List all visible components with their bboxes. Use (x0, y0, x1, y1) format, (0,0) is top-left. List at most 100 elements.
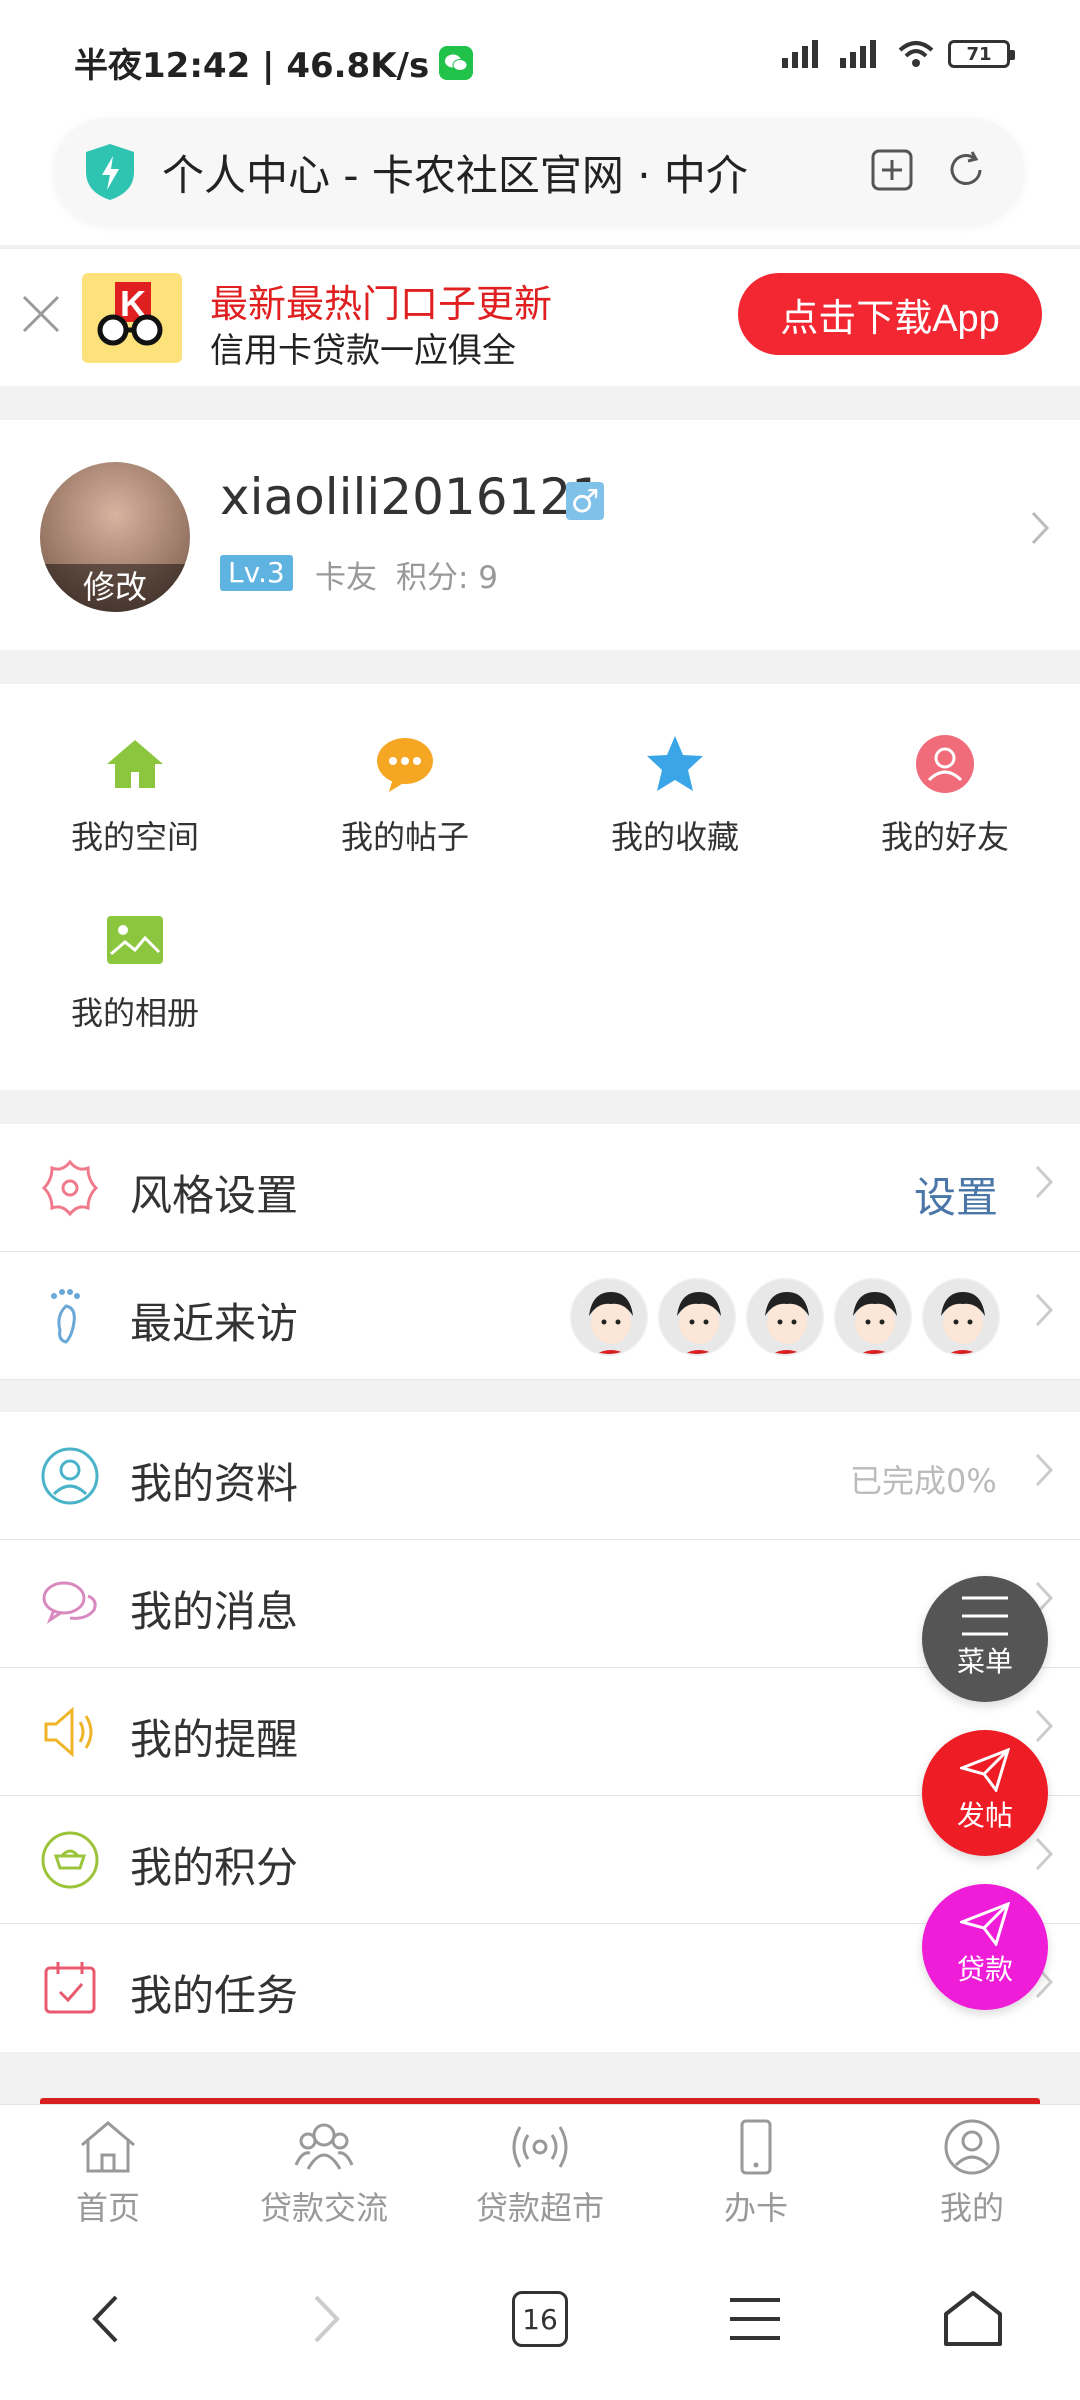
avatar-edit-label[interactable]: 修改 (40, 564, 190, 612)
coin-ingot-icon (41, 1831, 99, 1889)
add-bookmark-icon[interactable] (862, 140, 922, 200)
user-icon (944, 2119, 1000, 2175)
quick-link-my-friends[interactable]: 我的好友 (825, 684, 1065, 856)
username: xiaolili2016121 (220, 468, 603, 526)
row-label: 我的积分 (130, 1843, 299, 1892)
browser-address-area: 个人中心 - 卡农社区官网 · 中介 (0, 110, 1080, 245)
status-right: 71 (782, 40, 1015, 68)
security-shield-icon[interactable] (82, 142, 138, 206)
chevron-right-icon (1034, 1288, 1054, 1339)
wifi-icon (898, 41, 934, 67)
paper-plane-icon (960, 1748, 1010, 1792)
tab-label: 办卡 (723, 2189, 788, 2227)
row-label: 我的提醒 (130, 1715, 299, 1764)
album-icon (107, 916, 163, 964)
menu-fab-button[interactable]: 菜单 (922, 1576, 1048, 1702)
close-icon[interactable] (20, 293, 62, 339)
wechat-icon (439, 45, 474, 80)
flower-settings-icon (41, 1159, 99, 1217)
tab-label: 贷款超市 (475, 2189, 604, 2227)
post-fab-button[interactable]: 发帖 (922, 1730, 1048, 1856)
home-outline-icon (81, 2121, 135, 2173)
quick-link-label: 我的空间 (70, 818, 199, 856)
user-rank: 卡友 (315, 560, 377, 596)
back-icon[interactable] (70, 2284, 140, 2354)
visitor-avatar[interactable] (658, 1278, 736, 1356)
app-download-banner: K 最新最热门口子更新 信用卡贷款一应俱全 点击下载App (0, 248, 1080, 386)
visitor-avatar[interactable] (746, 1278, 824, 1356)
chevron-right-icon (1034, 1448, 1054, 1499)
tabs-button[interactable]: 16 (505, 2284, 575, 2354)
tab-count: 16 (512, 2291, 568, 2347)
row-label: 我的任务 (130, 1971, 299, 2020)
tab-loan-discussion[interactable]: 贷款交流 (216, 2119, 432, 2229)
people-icon (294, 2123, 354, 2170)
status-left: 半夜12:42 | 46.8K/s (74, 38, 474, 87)
battery-icon: 71 (948, 40, 1015, 68)
tab-mine[interactable]: 我的 (864, 2119, 1080, 2229)
my-messages-row[interactable]: 我的消息 (0, 1540, 1080, 1668)
broadcast-icon (512, 2126, 568, 2168)
style-settings-row[interactable]: 风格设置 设置 (0, 1124, 1080, 1252)
row-label: 最近来访 (130, 1299, 299, 1348)
settings-section: 风格设置 设置 最近来访 (0, 1124, 1080, 1380)
chat-icon (377, 738, 433, 792)
visitor-avatar[interactable] (570, 1278, 648, 1356)
home-nav-icon[interactable] (938, 2284, 1008, 2354)
footprint-icon (51, 1289, 80, 1344)
menu-lines-icon (962, 1596, 1008, 1636)
tab-home[interactable]: 首页 (0, 2119, 216, 2229)
my-reminders-row[interactable]: 我的提醒 (0, 1668, 1080, 1796)
my-tasks-row[interactable]: 我的任务 (0, 1924, 1080, 2052)
chevron-right-icon (1034, 1832, 1054, 1883)
user-score: 积分: 9 (396, 560, 499, 596)
address-bar[interactable]: 个人中心 - 卡农社区官网 · 中介 (54, 118, 1024, 224)
row-label: 我的消息 (130, 1587, 299, 1636)
browser-navigation-bar: 16 (0, 2234, 1080, 2400)
avatar[interactable]: 修改 (40, 462, 190, 612)
paper-plane-icon (960, 1902, 1010, 1946)
chevron-right-icon (1030, 506, 1050, 557)
quick-link-label: 我的相册 (70, 994, 199, 1032)
quick-link-label: 我的收藏 (610, 818, 739, 856)
signal-icon-2 (840, 40, 876, 68)
my-points-row[interactable]: 我的积分 (0, 1796, 1080, 1924)
fab-label: 贷款 (956, 1953, 1013, 1986)
quick-link-my-posts[interactable]: 我的帖子 (285, 684, 525, 856)
level-badge: Lv.3 (220, 555, 293, 591)
forward-icon[interactable] (292, 2284, 362, 2354)
loan-fab-button[interactable]: 贷款 (922, 1884, 1048, 2010)
star-icon (647, 736, 703, 791)
menu-icon[interactable] (720, 2284, 790, 2354)
my-profile-row[interactable]: 我的资料 已完成0% (0, 1412, 1080, 1540)
quick-link-label: 我的帖子 (340, 818, 469, 856)
quick-link-my-space[interactable]: 我的空间 (15, 684, 255, 856)
visitor-avatar[interactable] (834, 1278, 912, 1356)
quick-link-my-album[interactable]: 我的相册 (15, 860, 255, 1032)
profile-completion: 已完成0% (850, 1462, 997, 1500)
fab-label: 发帖 (956, 1799, 1013, 1832)
download-app-button[interactable]: 点击下载App (738, 273, 1042, 355)
tab-apply-card[interactable]: 办卡 (648, 2119, 864, 2229)
style-settings-action[interactable]: 设置 (914, 1164, 998, 1225)
signal-icon (782, 40, 818, 68)
promo-title: 最新最热门口子更新 (210, 282, 553, 326)
bottom-tab-bar: 首页 贷款交流 贷款超市 办卡 我的 (0, 2104, 1080, 2234)
tab-loan-market[interactable]: 贷款超市 (432, 2119, 648, 2229)
tab-label: 首页 (75, 2189, 140, 2227)
message-bubbles-icon (42, 1581, 97, 1624)
tab-label: 贷款交流 (259, 2189, 388, 2227)
home-icon (107, 740, 163, 788)
phone-icon (740, 2119, 772, 2175)
account-menu-section: 我的资料 已完成0% 我的消息 我的提醒 我的积分 我的任务 (0, 1412, 1080, 2052)
visitor-avatar[interactable] (922, 1278, 1000, 1356)
page-title-url[interactable]: 个人中心 - 卡农社区官网 · 中介 (162, 142, 862, 202)
row-label: 我的资料 (130, 1459, 299, 1508)
quick-link-my-favorites[interactable]: 我的收藏 (555, 684, 795, 856)
user-circle-icon (41, 1447, 99, 1505)
chevron-right-icon (1034, 1160, 1054, 1211)
chevron-right-icon (1034, 1704, 1054, 1755)
recent-visitors-row[interactable]: 最近来访 (0, 1252, 1080, 1380)
refresh-icon[interactable] (936, 140, 996, 200)
profile-card[interactable]: 修改 xiaolili2016121 ♂ Lv.3 卡友 积分: 9 (0, 420, 1080, 650)
